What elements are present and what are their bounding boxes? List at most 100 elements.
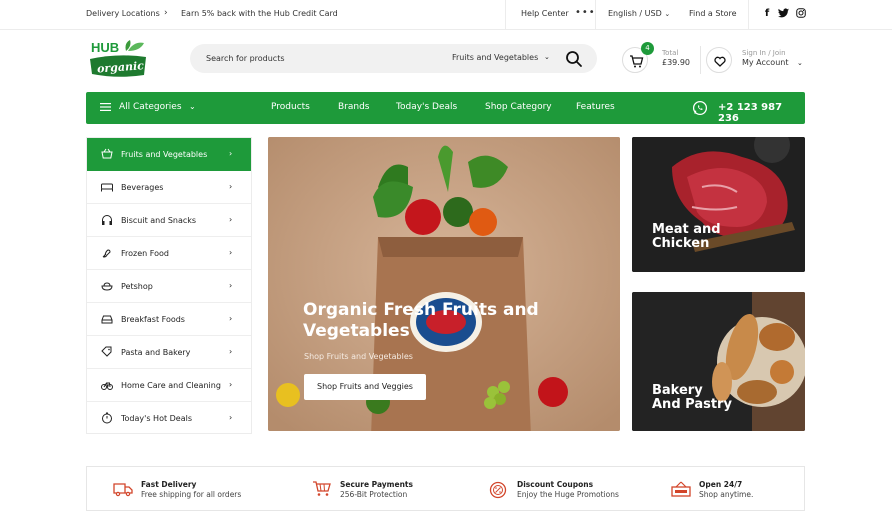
sign-in-label[interactable]: Sign In / Join — [742, 49, 786, 57]
sidebar-item-pasta-and-bakery[interactable]: Pasta and Bakery › — [87, 336, 251, 369]
feature-title: Open 24/7 — [699, 480, 743, 489]
help-center-link[interactable]: Help Center — [521, 9, 569, 18]
nav-item-brands[interactable]: Brands — [338, 102, 370, 112]
chevron-right-icon: › — [229, 248, 233, 257]
chevron-down-icon[interactable]: ⌄ — [544, 53, 550, 61]
cart-total-label: Total — [662, 49, 679, 57]
chevron-right-icon: › — [229, 413, 233, 422]
basket-icon — [101, 148, 113, 159]
sidebar-item-petshop[interactable]: Petshop › — [87, 270, 251, 303]
chevron-right-icon: › — [229, 215, 233, 224]
sidebar-item-frozen-food[interactable]: Frozen Food › — [87, 237, 251, 270]
hand-icon — [102, 249, 111, 258]
sidebar-item-todays-hot-deals[interactable]: Today's Hot Deals › — [87, 402, 251, 435]
coupon-icon — [489, 481, 507, 499]
phone-number[interactable]: +2 123 987 236 — [718, 102, 805, 124]
feature-title: Discount Coupons — [517, 480, 594, 489]
feature-desc: Shop anytime. — [699, 490, 754, 499]
heart-icon — [714, 56, 726, 67]
nav-item-todays-deals[interactable]: Today's Deals — [396, 102, 457, 112]
cart-icon — [313, 481, 331, 496]
divider — [505, 0, 506, 30]
chevron-right-icon: › — [229, 182, 233, 191]
nav-item-features[interactable]: Features — [576, 102, 615, 112]
sidebar-item-label: Frozen Food — [121, 249, 169, 258]
promo-text: Earn 5% back with the Hub Credit Card — [181, 9, 338, 18]
headphones-icon — [102, 215, 112, 225]
chevron-right-icon: › — [229, 314, 233, 323]
chevron-down-icon[interactable]: ⌄ — [797, 59, 803, 67]
sidebar-item-breakfast-foods[interactable]: Breakfast Foods › — [87, 303, 251, 336]
feature-title: Fast Delivery — [141, 480, 197, 489]
all-categories-button[interactable]: All Categories — [100, 102, 182, 112]
chevron-right-icon: › — [164, 8, 168, 18]
shop-fruits-veggies-button[interactable]: Shop Fruits and Veggies — [304, 374, 426, 400]
find-store-link[interactable]: Find a Store — [689, 9, 737, 18]
whatsapp-icon — [692, 100, 708, 116]
delivery-locations-link[interactable]: Delivery Locations — [86, 9, 160, 18]
promo-title: Bakery And Pastry — [652, 383, 732, 412]
chevron-right-icon: › — [229, 281, 233, 290]
bed-icon — [101, 183, 113, 192]
search-input[interactable] — [206, 51, 426, 66]
category-sidebar: Fruits and Vegetables › Beverages › Bisc… — [86, 137, 252, 434]
tag-icon — [101, 346, 112, 357]
nav-item-shop-category[interactable]: Shop Category — [485, 102, 552, 112]
cart-total-value: £39.90 — [662, 58, 690, 67]
cart-count-badge: 4 — [641, 42, 654, 55]
sidebar-item-label: Fruits and Vegetables — [121, 150, 208, 159]
instagram-icon[interactable] — [795, 8, 807, 20]
search-bar: Fruits and Vegetables ⌄ — [190, 44, 597, 73]
chevron-right-icon: › — [229, 380, 233, 389]
sidebar-item-label: Home Care and Cleaning — [121, 381, 221, 390]
stopwatch-icon — [102, 412, 112, 424]
chevron-right-icon: › — [229, 347, 233, 356]
truck-icon — [113, 483, 133, 497]
top-bar: Delivery Locations › Earn 5% back with t… — [0, 0, 892, 30]
food-bowl-icon — [101, 282, 113, 291]
sidebar-item-label: Breakfast Foods — [121, 315, 185, 324]
more-dots-icon[interactable]: ••• — [575, 7, 596, 18]
features-bar: Fast Delivery Free shipping for all orde… — [86, 466, 805, 511]
feature-desc: Free shipping for all orders — [141, 490, 242, 499]
twitter-icon[interactable] — [777, 8, 789, 20]
promo-title: Meat and Chicken — [652, 222, 721, 251]
search-category-select[interactable]: Fruits and Vegetables — [452, 53, 538, 62]
sidebar-item-label: Today's Hot Deals — [121, 414, 193, 423]
divider — [700, 46, 701, 74]
sidebar-item-label: Biscuit and Snacks — [121, 216, 197, 225]
main-nav: All Categories ⌄ Products Brands Today's… — [86, 92, 805, 124]
sidebar-item-label: Beverages — [121, 183, 164, 192]
sidebar-item-biscuit-and-snacks[interactable]: Biscuit and Snacks › — [87, 204, 251, 237]
sidebar-item-fruits-and-vegetables[interactable]: Fruits and Vegetables › — [87, 138, 251, 171]
svg-text:HUB: HUB — [91, 40, 119, 55]
my-account-link[interactable]: My Account — [742, 58, 788, 67]
sidebar-item-home-care-and-cleaning[interactable]: Home Care and Cleaning › — [87, 369, 251, 402]
nav-item-products[interactable]: Products — [271, 102, 310, 112]
feature-title: Secure Payments — [340, 480, 413, 489]
sidebar-item-label: Petshop — [121, 282, 153, 291]
menu-icon — [100, 102, 111, 111]
chevron-right-icon: › — [229, 149, 233, 158]
hero-banner[interactable]: Organic Fresh Fruits and Vegetables Shop… — [268, 137, 620, 431]
promo-meat-chicken[interactable]: Meat and Chicken — [632, 137, 805, 272]
promo-bakery-pastry[interactable]: Bakery And Pastry — [632, 292, 805, 431]
sidebar-item-label: Pasta and Bakery — [121, 348, 191, 357]
site-logo[interactable]: HUB organic — [88, 39, 150, 79]
divider — [595, 0, 596, 30]
bicycle-icon — [101, 382, 113, 390]
hero-title: Organic Fresh Fruits and Vegetables — [303, 300, 539, 341]
wishlist-button[interactable] — [706, 47, 732, 73]
open-sign-icon — [671, 481, 691, 497]
sidebar-item-beverages[interactable]: Beverages › — [87, 171, 251, 204]
feature-desc: Enjoy the Huge Promotions — [517, 490, 619, 499]
meat-image — [632, 137, 805, 272]
facebook-icon[interactable]: f — [761, 8, 773, 20]
divider — [748, 0, 749, 30]
car-icon — [101, 315, 113, 324]
chevron-down-icon[interactable]: ⌄ — [189, 102, 196, 111]
search-icon[interactable] — [564, 49, 584, 69]
language-currency-select[interactable]: English / USD ⌄ — [608, 9, 670, 18]
hero-subtitle: Shop Fruits and Vegetables — [304, 352, 413, 361]
feature-desc: 256-Bit Protection — [340, 490, 408, 499]
